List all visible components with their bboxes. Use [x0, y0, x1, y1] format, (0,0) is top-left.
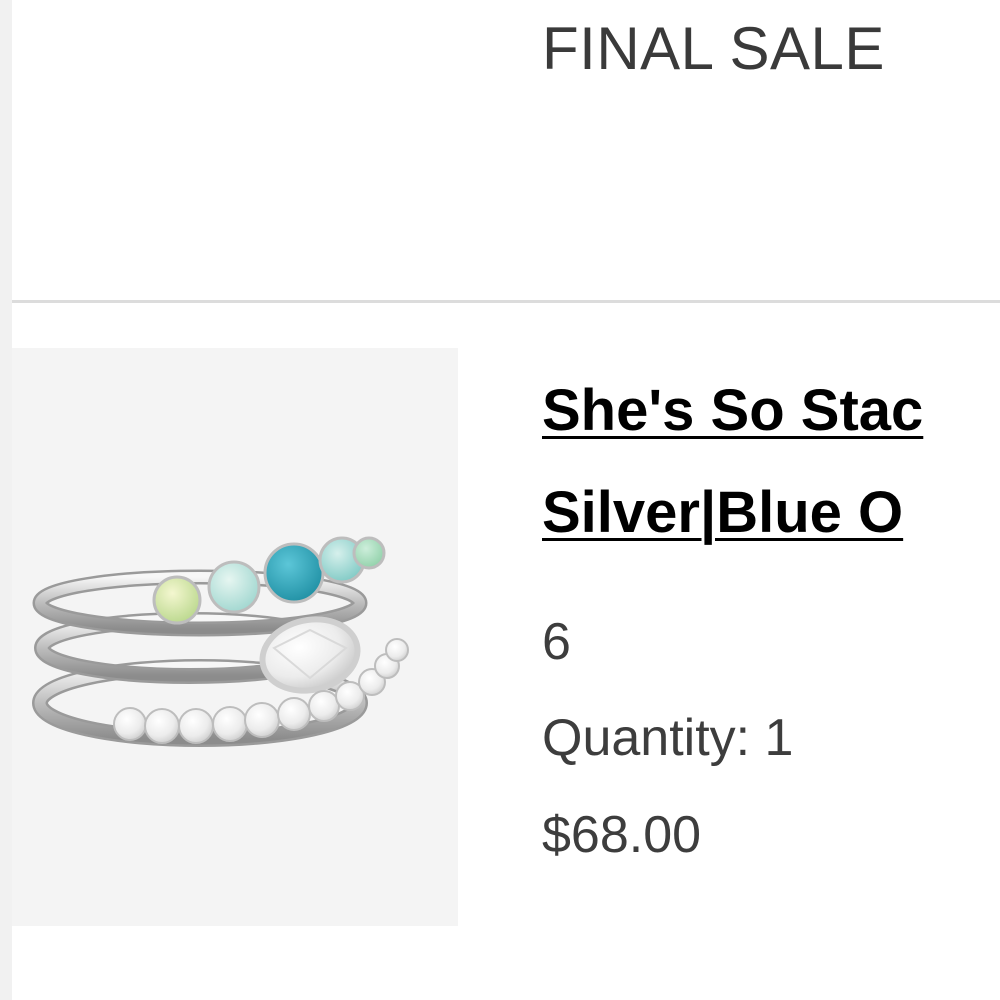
product-title-line-1: She's So Stac — [542, 378, 924, 443]
left-edge-rail — [0, 0, 12, 1000]
final-sale-label: FINAL SALE — [542, 15, 885, 82]
product-size: 6 — [542, 613, 571, 671]
ring-illustration — [32, 536, 409, 747]
product-price: $68.00 — [542, 806, 702, 864]
product-info: She's So Stac Silver|Blue O — [542, 360, 1000, 564]
section-divider — [12, 300, 1000, 303]
product-title-line-2: Silver|Blue O — [542, 480, 904, 545]
product-image[interactable] — [12, 348, 458, 926]
product-title-link[interactable]: She's So Stac Silver|Blue O — [542, 360, 1000, 564]
product-quantity: Quantity: 1 — [542, 709, 794, 767]
